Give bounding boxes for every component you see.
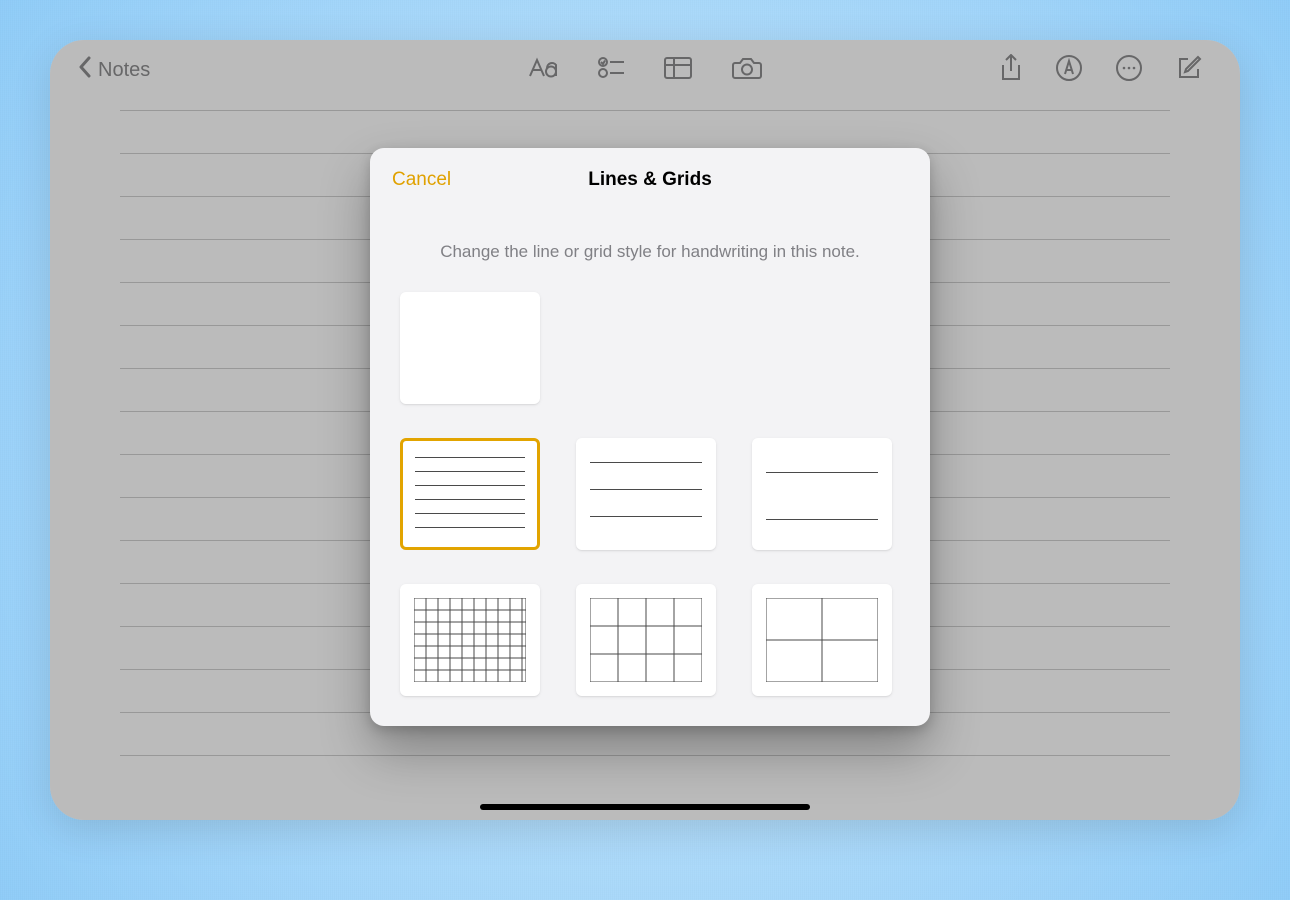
rule-line — [120, 110, 1170, 111]
style-option-grid-medium[interactable] — [576, 584, 716, 696]
toolbar: Notes — [50, 40, 1240, 100]
table-icon[interactable] — [664, 57, 692, 84]
cancel-button[interactable]: Cancel — [392, 169, 451, 191]
style-option-lines-wide[interactable] — [752, 438, 892, 550]
home-indicator[interactable] — [480, 804, 810, 810]
modal-header: Cancel Lines & Grids — [370, 148, 930, 212]
compose-icon[interactable] — [1176, 55, 1202, 86]
style-option-lines-medium[interactable] — [576, 438, 716, 550]
style-options — [370, 282, 930, 696]
chevron-left-icon — [78, 56, 92, 82]
more-icon[interactable] — [1116, 55, 1142, 86]
checklist-icon[interactable] — [598, 57, 624, 84]
share-icon[interactable] — [1000, 54, 1022, 87]
camera-icon[interactable] — [732, 56, 762, 85]
format-text-icon[interactable] — [528, 56, 558, 85]
style-option-lines-narrow[interactable] — [400, 438, 540, 550]
markup-icon[interactable] — [1056, 55, 1082, 86]
style-option-grid-small[interactable] — [400, 584, 540, 696]
device-frame: Notes — [50, 40, 1240, 820]
style-option-grid-large[interactable] — [752, 584, 892, 696]
rule-line — [120, 755, 1170, 756]
lines-grids-modal: Cancel Lines & Grids Change the line or … — [370, 148, 930, 726]
back-button[interactable]: Notes — [78, 57, 150, 83]
back-label: Notes — [98, 59, 150, 82]
style-option-none[interactable] — [400, 292, 540, 404]
modal-title: Lines & Grids — [588, 169, 712, 191]
modal-description: Change the line or grid style for handwr… — [370, 212, 930, 282]
